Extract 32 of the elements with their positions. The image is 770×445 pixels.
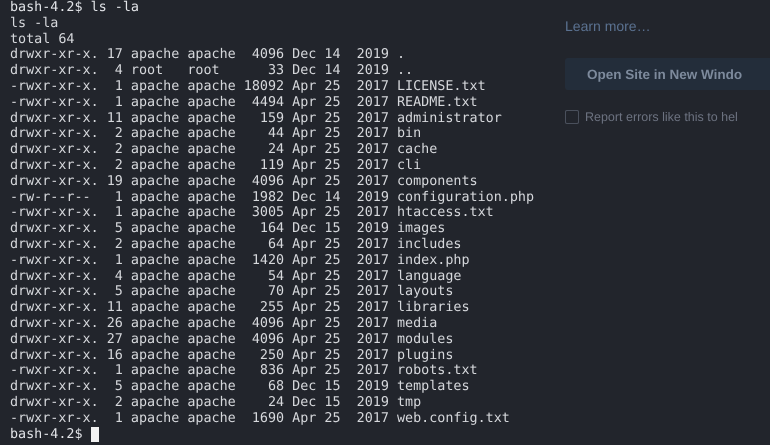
terminal-output-line: drwxr-xr-x. 2 apache apache 64 Apr 25 2017 includes xyxy=(10,236,462,253)
terminal-output-line: -rwxr-xr-x. 1 apache apache 4494 Apr 25 2017 README.txt xyxy=(10,94,478,111)
terminal-output-line: drwxr-xr-x. 2 apache apache 119 Apr 25 2017 cli xyxy=(10,158,422,174)
terminal-output-line: drwxr-xr-x. 2 apache apache 24 Dec 15 2019 tmp xyxy=(10,394,422,411)
terminal-output-line: drwxr-xr-x. 4 root root 33 Dec 14 2019 .. xyxy=(10,63,414,79)
terminal-output-line: drwxr-xr-x. 26 apache apache 4096 Apr 25 2017 media xyxy=(10,316,438,332)
terminal-output-line: drwxr-xr-x. 5 apache apache 164 Dec 15 2019 images xyxy=(10,221,446,237)
terminal-output-line: drwxr-xr-x. 2 apache apache 24 Apr 25 2017 cache xyxy=(10,142,438,158)
terminal-output-line: -rw-r--r-- 1 apache apache 1982 Dec 14 2019 configuration.php xyxy=(10,190,534,206)
shell-prompt: bash-4.2$ ls -la xyxy=(10,0,139,16)
terminal-output-line: total 64 xyxy=(10,32,74,48)
terminal-output-line: -rwxr-xr-x. 1 apache apache 1420 Apr 25 2017 index.php xyxy=(10,252,470,269)
terminal-output-line: drwxr-xr-x. 5 apache apache 70 Apr 25 2017 layouts xyxy=(10,284,454,300)
terminal-output-line: -rwxr-xr-x. 1 apache apache 18092 Apr 25 2017 LICENSE.txt xyxy=(10,78,486,95)
terminal-output-line: drwxr-xr-x. 11 apache apache 159 Apr 25 2017 administrator xyxy=(10,110,502,126)
terminal-output-line: drwxr-xr-x. 16 apache apache 250 Apr 25 2017 plugins xyxy=(10,348,454,364)
terminal-output-line: drwxr-xr-x. 5 apache apache 68 Dec 15 2019 templates xyxy=(10,379,470,395)
terminal-output-line: -rwxr-xr-x. 1 apache apache 1690 Apr 25 2017 web.config.txt xyxy=(10,410,510,427)
terminal-output-line: ls -la xyxy=(10,16,58,32)
terminal-output-line: drwxr-xr-x. 19 apache apache 4096 Apr 25 2017 components xyxy=(10,174,478,190)
report-errors-label: Report errors like this to hel xyxy=(585,110,738,124)
terminal-output-line: drwxr-xr-x. 17 apache apache 4096 Dec 14 2019 . xyxy=(10,47,406,64)
terminal-output-line: drwxr-xr-x. 11 apache apache 255 Apr 25 2017 libraries xyxy=(10,300,470,316)
open-site-button[interactable]: Open Site in New Windo xyxy=(565,58,770,90)
learn-more-link[interactable]: Learn more… xyxy=(565,18,651,34)
shell-prompt: bash-4.2$ xyxy=(10,426,84,442)
terminal-output-line: -rwxr-xr-x. 1 apache apache 3005 Apr 25 2017 htaccess.txt xyxy=(10,205,494,222)
terminal-output-line: -rwxr-xr-x. 1 apache apache 836 Apr 25 2017 robots.txt xyxy=(10,363,478,380)
terminal-output-line: drwxr-xr-x. 27 apache apache 4096 Apr 25 2017 modules xyxy=(10,332,454,348)
terminal-output-line: drwxr-xr-x. 4 apache apache 54 Apr 25 2017 language xyxy=(10,268,462,284)
terminal-output-line: drwxr-xr-x. 2 apache apache 44 Apr 25 2017 bin xyxy=(10,126,422,142)
report-checkbox[interactable] xyxy=(565,110,579,124)
